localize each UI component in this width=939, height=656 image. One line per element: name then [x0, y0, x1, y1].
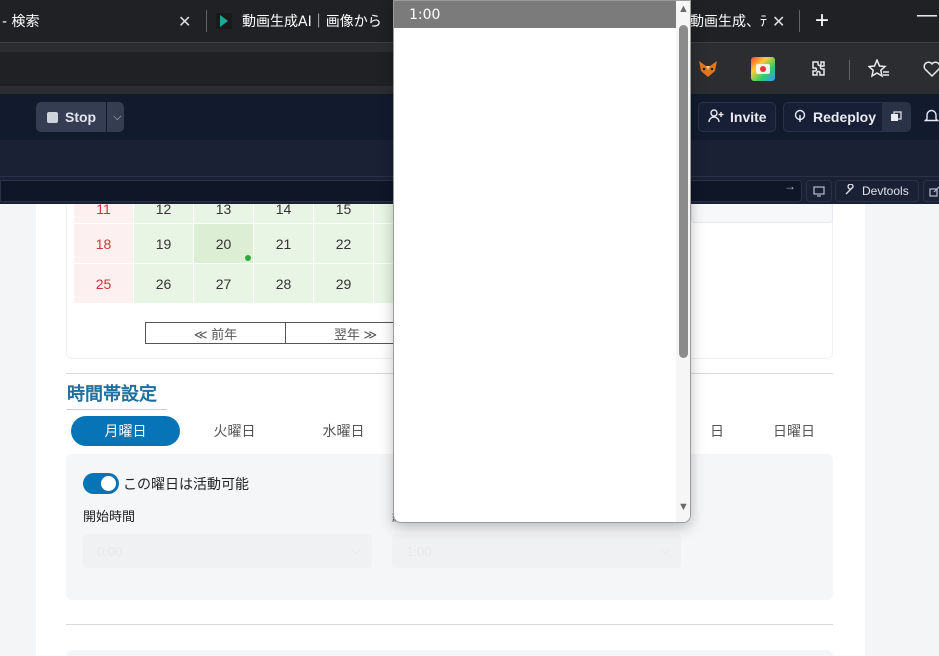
close-tab-icon[interactable]: ✕ [772, 12, 785, 31]
copy-icon[interactable] [882, 103, 910, 131]
start-time-label: 開始時間 [83, 509, 136, 524]
availability-toggle[interactable] [83, 473, 119, 494]
toggle-knob [101, 476, 116, 491]
scroll-up-icon[interactable]: ▲ [678, 3, 689, 15]
invite-button[interactable]: Invite [698, 102, 776, 132]
close-tab-icon[interactable]: ✕ [178, 12, 191, 31]
section-divider [66, 624, 833, 625]
dropdown-option-selected[interactable]: 1:00 [394, 1, 678, 28]
fox-extension-icon[interactable] [696, 57, 720, 81]
tab-title: 動画生成、ﾃ [690, 14, 767, 30]
go-arrow-icon[interactable]: → [784, 179, 796, 193]
calendar-day-partial [374, 204, 394, 224]
stop-button[interactable]: Stop ⌵ [36, 102, 124, 132]
bell-icon[interactable] [923, 108, 939, 128]
calendar-day[interactable]: 28 [254, 264, 314, 304]
chevron-down-icon: ⌵ [351, 544, 360, 557]
chevron-down-icon[interactable]: ⌵ [113, 111, 121, 124]
wrench-icon [844, 182, 856, 199]
redeploy-button-label: Redeploy [813, 109, 877, 125]
calendar-day[interactable]: 22 [314, 224, 374, 264]
dropdown-scrollbar[interactable]: ▲ ▼ [676, 1, 690, 522]
puzzle-icon[interactable] [806, 57, 830, 81]
time-dropdown-list[interactable]: 1:00 ▲ ▼ [393, 0, 691, 523]
tab-tuesday[interactable]: 火曜日 [180, 416, 289, 446]
tab-divider [206, 10, 207, 32]
calendar-day[interactable]: 29 [314, 264, 374, 304]
calendar-day[interactable]: 18 [74, 224, 134, 264]
calendar-day[interactable]: 11 [74, 204, 134, 224]
side-card [691, 204, 833, 223]
tab-monday[interactable]: 月曜日 [71, 416, 180, 446]
browser-tab-video-ai[interactable]: 動画生成AI｜画像から [212, 0, 392, 42]
redeploy-icon [793, 109, 807, 126]
section-title: 時間帯設定 [67, 384, 157, 404]
tab-title: 動画生成AI｜画像から [242, 14, 382, 30]
today-indicator-dot [245, 255, 251, 261]
devtools-label: Devtools [862, 184, 909, 198]
colorful-extension-icon[interactable] [751, 57, 775, 81]
browser-tab-search[interactable]: - 検索 ✕ [0, 0, 200, 42]
calendar-day[interactable]: 19 [134, 224, 194, 264]
star-list-icon[interactable] [867, 57, 891, 81]
scrollbar-thumb[interactable] [679, 25, 688, 358]
end-time-select[interactable]: 1:00 ⌵ [392, 534, 681, 568]
monitor-icon[interactable] [806, 180, 832, 202]
add-user-icon [708, 108, 724, 126]
scroll-down-icon[interactable]: ▼ [678, 501, 689, 513]
heart-pulse-icon[interactable] [920, 57, 939, 81]
site-favicon-icon [216, 13, 232, 29]
invite-button-label: Invite [730, 109, 767, 125]
next-section-card [66, 650, 833, 656]
end-time-value: 1:00 [406, 543, 432, 559]
tab-wednesday[interactable]: 水曜日 [289, 416, 398, 446]
calendar-day-partial [374, 264, 394, 304]
calendar-day[interactable]: 27 [194, 264, 254, 304]
devtools-button[interactable]: Devtools [835, 180, 919, 202]
new-tab-button[interactable]: + [815, 7, 829, 35]
calendar-day[interactable]: 26 [134, 264, 194, 304]
stop-square-icon [47, 111, 58, 123]
redeploy-button[interactable]: Redeploy [783, 102, 911, 132]
toolbar-divider [849, 60, 850, 80]
browser-tab-video-gen[interactable]: 動画生成、ﾃ ✕ [690, 0, 800, 42]
start-time-select[interactable]: 0:00 ⌵ [83, 534, 372, 568]
stop-button-label: Stop [65, 109, 97, 125]
prev-year-button[interactable]: ≪ 前年 [145, 322, 286, 344]
calendar-day[interactable]: 15 [314, 204, 374, 224]
minimize-window-button[interactable]: — [917, 4, 937, 27]
chevron-down-icon: ⌵ [660, 544, 669, 557]
tab-title: - 検索 [2, 14, 40, 30]
calendar-day[interactable]: 13 [194, 204, 254, 224]
tab-divider [799, 10, 800, 32]
calendar-day[interactable]: 12 [134, 204, 194, 224]
calendar-day[interactable]: 21 [254, 224, 314, 264]
availability-label: この曜日は活動可能 [123, 476, 249, 492]
calendar-day-partial [374, 224, 394, 264]
calendar-day[interactable]: 25 [74, 264, 134, 304]
tab-sunday[interactable]: 日曜日 [759, 416, 829, 446]
calendar-day[interactable]: 14 [254, 204, 314, 224]
tab-saturday-partial[interactable]: 日 [707, 416, 727, 446]
button-divider [106, 102, 108, 132]
external-link-icon[interactable] [923, 180, 939, 202]
start-time-value: 0:00 [97, 543, 123, 559]
title-underline [67, 409, 167, 410]
